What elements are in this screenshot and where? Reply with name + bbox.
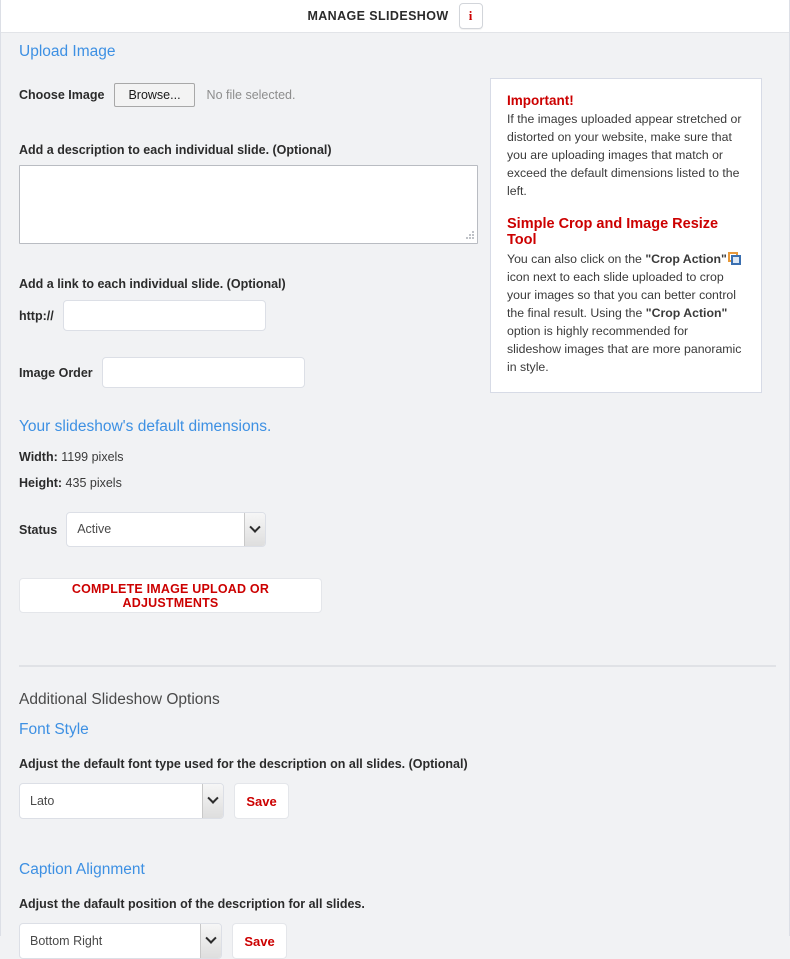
height-row: Height: 435 pixels — [19, 476, 479, 490]
crop-action-bold-2: "Crop Action" — [645, 306, 728, 320]
caption-alignment-heading: Caption Alignment — [19, 861, 145, 878]
font-style-controls: Lato Save — [19, 783, 619, 819]
crop-action-icon — [727, 252, 742, 265]
crop-text-part3: option is highly recommended for slidesh… — [507, 324, 742, 374]
font-style-select[interactable]: Lato — [19, 783, 224, 819]
upload-image-section: Upload Image Choose Image Browse... No f… — [19, 43, 479, 613]
no-file-selected-text: No file selected. — [206, 88, 296, 102]
save-caption-alignment-button[interactable]: Save — [232, 923, 287, 959]
description-label: Add a description to each individual sli… — [19, 143, 332, 157]
image-order-input[interactable] — [101, 357, 305, 388]
page-container: MANAGE SLIDESHOW i Upload Image Choose I… — [0, 0, 790, 959]
font-style-select-value: Lato — [30, 794, 55, 808]
additional-options-heading: Additional Slideshow Options — [19, 691, 220, 708]
status-label: Status — [19, 522, 58, 537]
caption-alignment-controls: Bottom Right Save — [19, 923, 619, 959]
browse-button[interactable]: Browse... — [114, 83, 195, 107]
important-info-box: Important! If the images uploaded appear… — [490, 78, 762, 393]
width-label: Width: — [19, 450, 58, 464]
crop-action-bold-1: "Crop Action" — [645, 252, 727, 266]
status-select-value: Active — [77, 522, 112, 536]
choose-image-label: Choose Image — [19, 88, 105, 102]
page-header: MANAGE SLIDESHOW i — [1, 0, 789, 33]
caption-alignment-block: Caption Alignment Adjust the dafault pos… — [19, 861, 619, 959]
chevron-down-icon[interactable] — [202, 784, 223, 818]
info-heading-crop-tool: Simple Crop and Image Resize Tool — [507, 216, 719, 248]
caption-alignment-select[interactable]: Bottom Right — [19, 923, 222, 959]
chevron-down-icon[interactable] — [200, 924, 221, 958]
additional-options-section: Additional Slideshow Options Font Style … — [19, 691, 619, 959]
section-divider — [19, 665, 776, 667]
http-row: http:// — [19, 300, 479, 331]
save-font-style-button[interactable]: Save — [234, 783, 289, 819]
info-icon[interactable]: i — [458, 3, 483, 29]
upload-image-heading: Upload Image — [19, 43, 116, 60]
status-row: Status Active — [19, 512, 479, 547]
height-value: 435 pixels — [65, 476, 122, 490]
width-row: Width: 1199 pixels — [19, 450, 479, 464]
info-body-important: If the images uploaded appear stretched … — [507, 112, 742, 198]
image-order-label: Image Order — [19, 365, 93, 380]
info-heading-important: Important! — [507, 93, 574, 108]
page-title: MANAGE SLIDESHOW — [307, 9, 449, 23]
caption-alignment-description: Adjust the dafault position of the descr… — [19, 897, 365, 911]
choose-image-row: Choose Image Browse... No file selected. — [19, 83, 479, 107]
slide-link-input[interactable] — [62, 300, 266, 331]
image-order-row: Image Order — [19, 357, 479, 388]
description-textarea[interactable] — [19, 165, 478, 244]
crop-text-part1: You can also click on the — [507, 252, 642, 266]
complete-upload-button[interactable]: COMPLETE IMAGE UPLOAD OR ADJUSTMENTS — [19, 578, 322, 613]
font-style-description: Adjust the default font type used for th… — [19, 757, 468, 771]
default-dimensions-heading: Your slideshow's default dimensions. — [19, 418, 272, 435]
status-select[interactable]: Active — [66, 512, 267, 547]
chevron-down-icon[interactable] — [244, 513, 266, 546]
info-body-crop-tool: You can also click on the "Crop Action" … — [507, 250, 745, 376]
width-value: 1199 pixels — [61, 450, 124, 464]
height-label: Height: — [19, 476, 63, 490]
caption-alignment-select-value: Bottom Right — [30, 934, 103, 948]
resize-grip-icon[interactable] — [465, 231, 475, 241]
link-label: Add a link to each individual slide. (Op… — [19, 277, 286, 291]
font-style-heading: Font Style — [19, 721, 89, 738]
http-prefix-label: http:// — [19, 308, 54, 323]
